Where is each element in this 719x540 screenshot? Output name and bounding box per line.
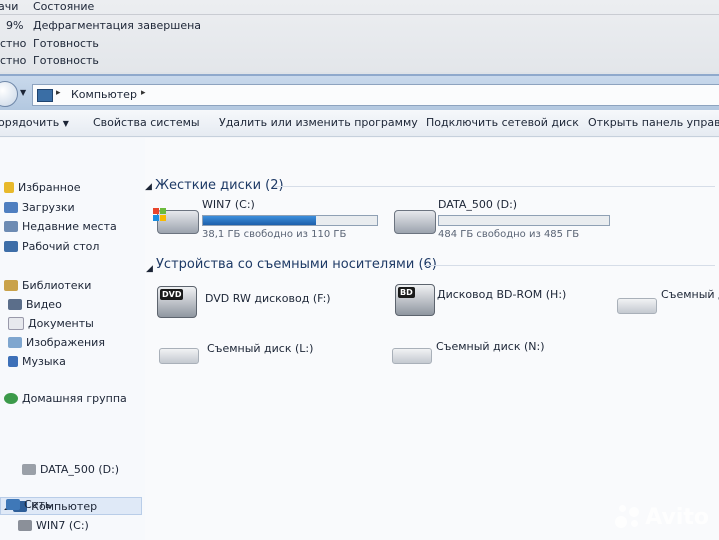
content-pane: ◢ Жесткие диски (2) WIN7 (C:) 38,1 ГБ св… (145, 138, 719, 540)
defrag-progress: 9% (6, 19, 24, 32)
network-icon (6, 499, 20, 510)
address-bar-area: ▼ ▸ Компьютер ▸ (0, 74, 719, 110)
uninstall-program-button[interactable]: Удалить или изменить программу (219, 116, 418, 129)
sidebar-item-downloads[interactable]: Загрузки (4, 201, 75, 214)
device-tile-bd[interactable]: BD Дисковод BD-ROM (H:) (387, 280, 607, 320)
dvd-drive-icon: DVD (157, 286, 197, 318)
device-name: Дисковод BD-ROM (H:) (437, 288, 567, 301)
drive-usage-bar (438, 215, 610, 226)
avito-watermark: Avito (615, 504, 709, 530)
documents-icon (8, 317, 24, 330)
removable-disk-icon (159, 348, 199, 364)
images-icon (8, 337, 22, 348)
hard-drive-icon (394, 210, 436, 234)
group-header-removable[interactable]: Устройства со съемными носителями (6) (156, 257, 437, 272)
sidebar-item-desktop[interactable]: Рабочий стол (4, 240, 99, 253)
defrag-row[interactable]: 9% Дефрагментация завершена (0, 19, 719, 35)
drive-name: DATA_500 (D:) (438, 198, 518, 211)
defrag-list-header: ачи Состояние (0, 0, 719, 15)
drive-free-space: 484 ГБ свободно из 485 ГБ (438, 229, 580, 240)
sidebar-item-drive-c[interactable]: WIN7 (C:) (18, 519, 89, 532)
defrag-window: ачи Состояние 9% Дефрагментация завершен… (0, 0, 719, 72)
drive-free-space: 38,1 ГБ свободно из 110 ГБ (202, 229, 347, 240)
sidebar-item-recent[interactable]: Недавние места (4, 220, 117, 233)
breadcrumb-arrow-icon[interactable]: ▸ (56, 88, 61, 98)
defrag-progress: стно (0, 54, 27, 67)
defrag-status: Дефрагментация завершена (33, 19, 202, 32)
command-bar: орядочить ▼ Свойства системы Удалить или… (0, 110, 719, 137)
column-header-disk[interactable]: ачи (0, 0, 18, 13)
open-control-panel-button[interactable]: Открыть панель управлени (588, 116, 719, 129)
libraries-icon (4, 280, 18, 291)
sidebar-item-video[interactable]: Видео (8, 298, 62, 311)
group-header-hard-disks[interactable]: Жесткие диски (2) (155, 178, 284, 193)
collapse-group-icon[interactable]: ◢ (145, 182, 152, 192)
device-tile-removable[interactable]: Съемный ди (615, 288, 719, 318)
drive-tile-d[interactable]: DATA_500 (D:) 484 ГБ свободно из 485 ГБ (390, 198, 620, 240)
map-network-drive-button[interactable]: Подключить сетевой диск (426, 116, 579, 129)
device-name: Съемный диск (N:) (436, 340, 545, 353)
group-divider (425, 265, 715, 266)
sidebar-item-drive-d[interactable]: DATA_500 (D:) (22, 463, 119, 476)
sidebar-item-homegroup[interactable]: Домашняя группа (4, 392, 127, 405)
sidebar-item-documents[interactable]: Документы (8, 317, 94, 330)
drive-name: WIN7 (C:) (202, 198, 255, 211)
device-tile-dvd[interactable]: DVD DVD RW дисковод (F:) (155, 284, 375, 324)
bd-drive-icon: BD (395, 284, 435, 316)
windows-drive-icon (18, 520, 32, 531)
music-icon (8, 356, 18, 367)
removable-disk-icon (392, 348, 432, 364)
removable-disk-icon (617, 298, 657, 314)
device-name: Съемный диск (L:) (207, 342, 314, 355)
desktop-icon (4, 241, 18, 252)
avito-logo-icon (615, 504, 641, 530)
computer-icon (37, 89, 53, 102)
defrag-row[interactable]: стно Готовность (0, 37, 719, 53)
group-divider (275, 186, 715, 187)
collapse-group-icon[interactable]: ◢ (146, 264, 153, 274)
homegroup-icon (4, 393, 18, 404)
defrag-status: Готовность (33, 37, 99, 50)
column-header-status[interactable]: Состояние (33, 0, 94, 13)
back-button[interactable] (0, 81, 18, 107)
sidebar-item-images[interactable]: Изображения (8, 336, 105, 349)
sidebar-item-music[interactable]: Музыка (8, 355, 66, 368)
recent-places-icon (4, 221, 18, 232)
navigation-pane: Избранное Загрузки Недавние места Рабочи… (0, 138, 145, 540)
drive-usage-bar (202, 215, 378, 226)
downloads-folder-icon (4, 202, 18, 213)
history-dropdown-icon[interactable]: ▼ (20, 88, 26, 97)
sidebar-item-libraries[interactable]: Библиотеки (4, 279, 91, 292)
windows-logo-icon (153, 208, 166, 221)
device-name: DVD RW дисковод (F:) (205, 292, 331, 305)
star-icon (4, 182, 14, 193)
breadcrumb-computer[interactable]: Компьютер (71, 88, 137, 101)
sidebar-item-favorites[interactable]: Избранное (4, 181, 80, 194)
device-tile-removable-l[interactable]: Съемный диск (L:) (157, 338, 377, 368)
defrag-row[interactable]: стно Готовность (0, 54, 719, 70)
device-tile-removable-n[interactable]: Съемный диск (N:) (390, 336, 610, 366)
breadcrumb-arrow-icon[interactable]: ▸ (141, 88, 146, 98)
organize-button[interactable]: орядочить ▼ (0, 116, 69, 129)
defrag-progress: стно (0, 37, 27, 50)
device-name: Съемный ди (661, 288, 719, 301)
hard-drive-icon (22, 464, 36, 475)
sidebar-item-network[interactable]: Сеть (6, 498, 51, 511)
defrag-status: Готовность (33, 54, 99, 67)
drive-usage-fill (203, 216, 317, 225)
video-icon (8, 299, 22, 310)
drive-tile-c[interactable]: WIN7 (C:) 38,1 ГБ свободно из 110 ГБ (153, 198, 383, 240)
chevron-down-icon: ▼ (62, 119, 69, 128)
address-field[interactable]: ▸ Компьютер ▸ (32, 84, 719, 106)
system-properties-button[interactable]: Свойства системы (93, 116, 200, 129)
